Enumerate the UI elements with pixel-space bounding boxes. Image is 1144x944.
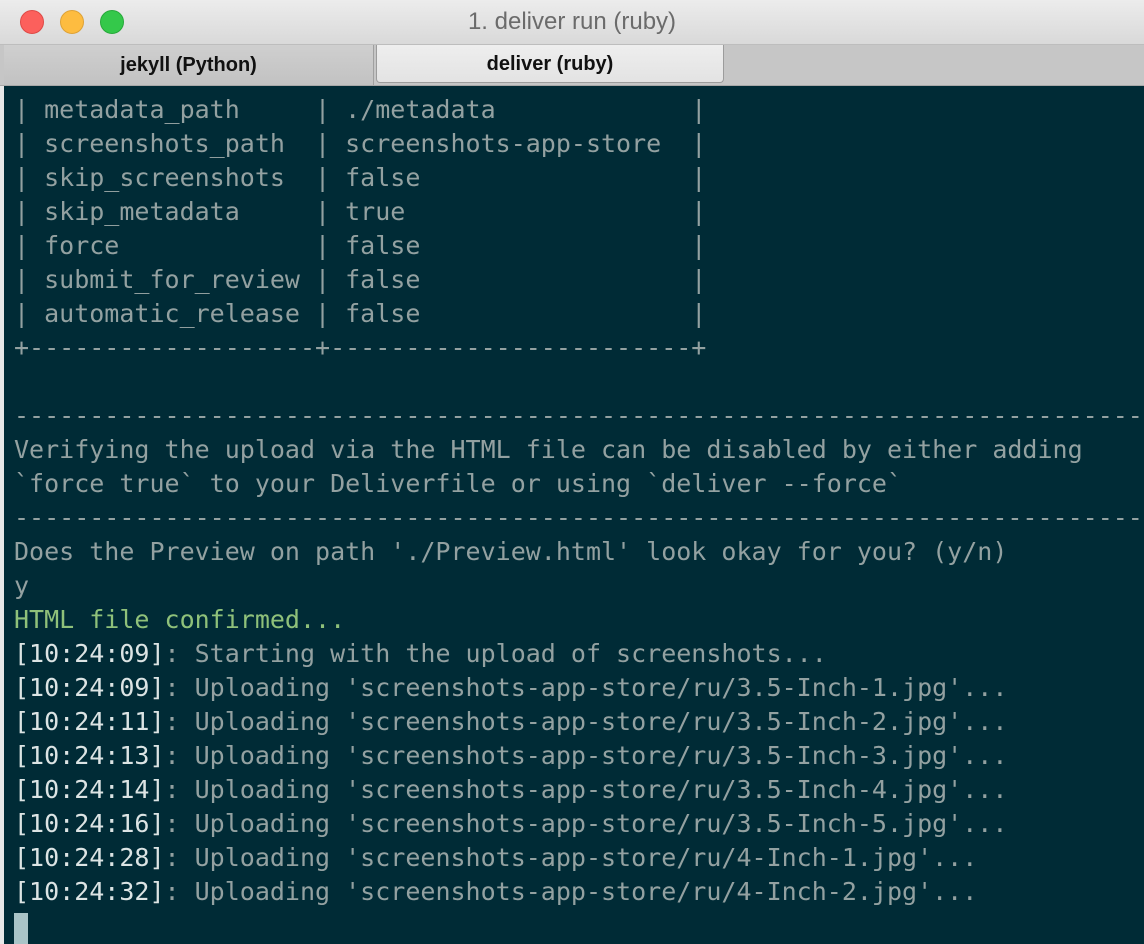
log-timestamp: [10:24:09] [14,639,165,668]
log-timestamp: [10:24:14] [14,775,165,804]
tab-jekyll[interactable]: jekyll (Python) [4,45,374,85]
table-border: +-------------------+-------------------… [14,333,707,362]
log-message: : Uploading 'screenshots-app-store/ru/3.… [164,741,1008,770]
log-message: : Uploading 'screenshots-app-store/ru/4-… [164,843,978,872]
log-timestamp: [10:24:11] [14,707,165,736]
table-row: | metadata_path | ./metadata | [14,95,707,124]
log-line: [10:24:09]: Starting with the upload of … [14,637,1144,671]
log-line: [10:24:09]: Uploading 'screenshots-app-s… [14,671,1144,705]
log-line: [10:24:11]: Uploading 'screenshots-app-s… [14,705,1144,739]
tab-deliver[interactable]: deliver (ruby) [376,45,724,83]
success-line: HTML file confirmed... [14,605,346,634]
terminal-window: 1. deliver run (ruby) jekyll (Python) de… [0,0,1144,944]
log-message: : Starting with the upload of screenshot… [164,639,827,668]
table-row: | force | false | [14,231,707,260]
log-line: [10:24:13]: Uploading 'screenshots-app-s… [14,739,1144,773]
log-line: [10:24:28]: Uploading 'screenshots-app-s… [14,841,1144,875]
title-bar[interactable]: 1. deliver run (ruby) [0,0,1144,45]
log-timestamp: [10:24:16] [14,809,165,838]
user-input-line: y [14,571,30,600]
log-timestamp: [10:24:32] [14,877,165,906]
text-cursor [14,913,28,944]
window-title: 1. deliver run (ruby) [467,8,677,35]
log-timestamp: [10:24:13] [14,741,165,770]
separator-line: ----------------------------------------… [14,401,1144,430]
table-row: | skip_metadata | true | [14,197,707,226]
info-line: Verifying the upload via the HTML file c… [14,435,1083,464]
terminal-output[interactable]: | metadata_path | ./metadata | | screens… [4,86,1144,944]
log-message: : Uploading 'screenshots-app-store/ru/3.… [164,673,1008,702]
log-line: [10:24:16]: Uploading 'screenshots-app-s… [14,807,1144,841]
info-line: `force true` to your Deliverfile or usin… [14,469,903,498]
table-row: | skip_screenshots | false | [14,163,707,192]
table-row: | automatic_release | false | [14,299,707,328]
log-line: [10:24:32]: Uploading 'screenshots-app-s… [14,875,1144,909]
prompt-line: Does the Preview on path './Preview.html… [14,537,1008,566]
log-timestamp: [10:24:28] [14,843,165,872]
log-message: : Uploading 'screenshots-app-store/ru/3.… [164,775,1008,804]
separator-line: ----------------------------------------… [14,503,1144,532]
log-message: : Uploading 'screenshots-app-store/ru/4-… [164,877,978,906]
cursor-line [14,909,1144,944]
log-message: : Uploading 'screenshots-app-store/ru/3.… [164,707,1008,736]
table-row: | screenshots_path | screenshots-app-sto… [14,129,707,158]
log-timestamp: [10:24:09] [14,673,165,702]
table-row: | submit_for_review | false | [14,265,707,294]
tab-bar: jekyll (Python) deliver (ruby) [0,45,1144,86]
log-line: [10:24:14]: Uploading 'screenshots-app-s… [14,773,1144,807]
log-message: : Uploading 'screenshots-app-store/ru/3.… [164,809,1008,838]
